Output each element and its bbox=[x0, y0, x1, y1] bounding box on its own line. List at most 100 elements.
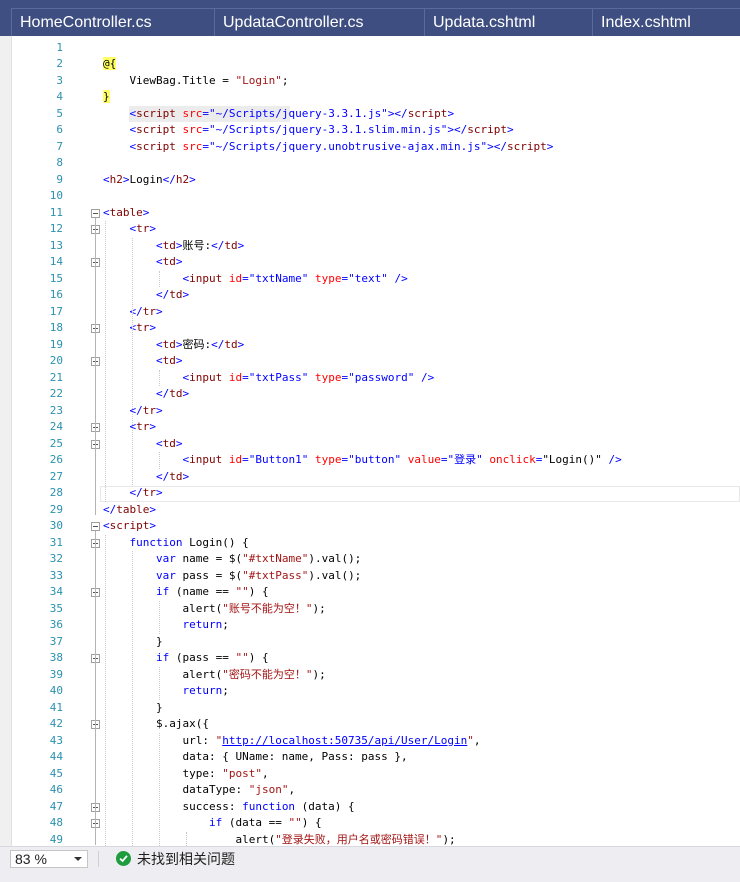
code-line[interactable]: <script> bbox=[103, 518, 156, 535]
line-number: 22 bbox=[49, 387, 63, 400]
code-token: script bbox=[407, 106, 448, 120]
code-line[interactable]: <tr> bbox=[103, 221, 157, 238]
code-token: > bbox=[447, 106, 455, 120]
code-line[interactable]: $.ajax({ bbox=[103, 716, 209, 733]
code-token: > bbox=[122, 172, 130, 186]
code-token: > bbox=[149, 222, 156, 235]
code-token: src bbox=[182, 139, 203, 153]
code-token: "post" bbox=[222, 766, 262, 780]
code-line[interactable]: <h2>Login</h2> bbox=[103, 172, 196, 189]
check-circle-icon[interactable] bbox=[116, 851, 131, 866]
code-token: id bbox=[228, 370, 243, 384]
code-token: if bbox=[208, 816, 223, 829]
collapse-icon[interactable] bbox=[91, 522, 100, 531]
code-line[interactable]: <input id="txtName" type="text" /> bbox=[103, 271, 407, 288]
code-line[interactable]: data: { UName: name, Pass: pass }, bbox=[103, 749, 408, 766]
code-line[interactable]: <tr> bbox=[103, 320, 157, 337]
code-line[interactable]: <script src="~/Scripts/jquery-3.3.1.slim… bbox=[103, 122, 514, 139]
code-line[interactable]: var name = $("#txtName").val(); bbox=[103, 551, 361, 568]
code-token: td bbox=[162, 436, 176, 450]
code-token: = bbox=[202, 123, 209, 136]
code-line[interactable]: <td> bbox=[103, 254, 183, 271]
code-token: td bbox=[162, 337, 176, 351]
code-line[interactable]: alert("登录失败，用户名或密码错误！"); bbox=[103, 832, 455, 847]
tab-updata-controller[interactable]: UpdataController.cs bbox=[214, 8, 424, 36]
code-token: alert( bbox=[103, 667, 223, 681]
line-number: 33 bbox=[49, 568, 63, 582]
code-line[interactable]: <input id="txtPass" type="password" /> bbox=[103, 370, 434, 387]
tab-home-controller[interactable]: HomeController.cs bbox=[11, 8, 214, 36]
tab-updata-cshtml[interactable]: Updata.cshtml bbox=[424, 8, 592, 36]
code-line[interactable]: <td> bbox=[103, 436, 183, 453]
code-line[interactable]: var pass = $("#txtPass").val(); bbox=[103, 568, 361, 585]
code-line[interactable]: </td> bbox=[103, 469, 189, 486]
code-line[interactable]: return; bbox=[103, 683, 228, 700]
zoom-level-dropdown[interactable]: 83 % bbox=[10, 850, 88, 868]
code-line[interactable]: success: function (data) { bbox=[103, 799, 354, 816]
code-token: > bbox=[546, 139, 554, 153]
code-line[interactable]: if (name == "") { bbox=[103, 584, 269, 601]
code-token: alert( bbox=[103, 832, 276, 846]
code-line[interactable]: if (data == "") { bbox=[103, 815, 322, 832]
line-number: 36 bbox=[49, 618, 63, 631]
code-token: > bbox=[149, 420, 156, 433]
code-line[interactable]: </td> bbox=[103, 386, 189, 403]
code-token: "text" bbox=[348, 271, 388, 285]
code-token: script bbox=[507, 139, 547, 153]
code-line[interactable]: return; bbox=[103, 617, 229, 634]
code-line[interactable]: if (pass == "") { bbox=[103, 650, 269, 667]
line-number: 25 bbox=[49, 436, 63, 450]
line-number: 14 bbox=[49, 255, 63, 268]
code-token: success: bbox=[103, 799, 243, 813]
code-line[interactable]: alert("密码不能为空！"); bbox=[103, 667, 325, 684]
code-line[interactable]: @{ bbox=[103, 56, 117, 73]
code-line[interactable]: <td> bbox=[103, 353, 183, 370]
line-number: 48 bbox=[49, 816, 63, 829]
code-line[interactable]: <input id="Button1" type="button" value=… bbox=[103, 452, 621, 469]
code-token: data: { UName: name, Pass: pass }, bbox=[103, 750, 408, 763]
code-line[interactable]: <table> bbox=[103, 205, 149, 222]
code-line[interactable]: } bbox=[103, 89, 110, 106]
code-line[interactable]: <script src="~/Scripts/jquery.unobtrusiv… bbox=[103, 139, 554, 156]
line-number: 40 bbox=[49, 684, 63, 697]
code-line[interactable]: </td> bbox=[103, 287, 189, 304]
code-line[interactable]: <script src="~/Scripts/jquery-3.3.1.js">… bbox=[103, 106, 455, 123]
issues-status-text[interactable]: 未找到相关问题 bbox=[137, 850, 235, 868]
code-line[interactable]: <td>账号:</td> bbox=[103, 238, 244, 255]
code-token: (data == bbox=[222, 816, 289, 829]
code-line[interactable]: type: "post", bbox=[103, 766, 268, 783]
code-line[interactable]: function Login() { bbox=[103, 535, 249, 552]
code-line[interactable]: <td>密码:</td> bbox=[103, 337, 244, 354]
line-number: 16 bbox=[49, 288, 63, 301]
code-token: type bbox=[314, 271, 342, 285]
code-line[interactable]: </table> bbox=[103, 502, 156, 519]
tab-index-cshtml[interactable]: Index.cshtml bbox=[592, 8, 740, 36]
line-number: 39 bbox=[49, 667, 63, 681]
code-token: td bbox=[162, 354, 176, 367]
collapse-icon[interactable] bbox=[91, 208, 100, 218]
code-line[interactable]: </tr> bbox=[103, 485, 163, 502]
code-line[interactable]: ViewBag.Title = "Login"; bbox=[103, 73, 288, 90]
line-number: 30 bbox=[49, 519, 63, 532]
document-tab-bar: HomeController.cs UpdataController.cs Up… bbox=[0, 0, 740, 36]
code-line[interactable]: <tr> bbox=[103, 419, 157, 436]
code-token: table bbox=[116, 502, 150, 516]
code-token: ; bbox=[222, 618, 229, 631]
code-editor[interactable]: 1 2 3 4 5 6 7 8 9 10 11 12 13 14 15 16 17 18 19 20 21 22 23 24 2… bbox=[0, 36, 740, 846]
code-token: > bbox=[149, 519, 156, 532]
line-number: 9 bbox=[56, 172, 63, 186]
code-token: Login bbox=[129, 172, 163, 186]
code-token: 密码: bbox=[182, 337, 212, 351]
line-number: 31 bbox=[49, 535, 63, 549]
code-token: pass = $( bbox=[175, 568, 243, 582]
code-line[interactable]: alert("账号不能为空！"); bbox=[103, 601, 325, 618]
code-token: var bbox=[155, 552, 176, 565]
code-token: td bbox=[169, 288, 183, 301]
